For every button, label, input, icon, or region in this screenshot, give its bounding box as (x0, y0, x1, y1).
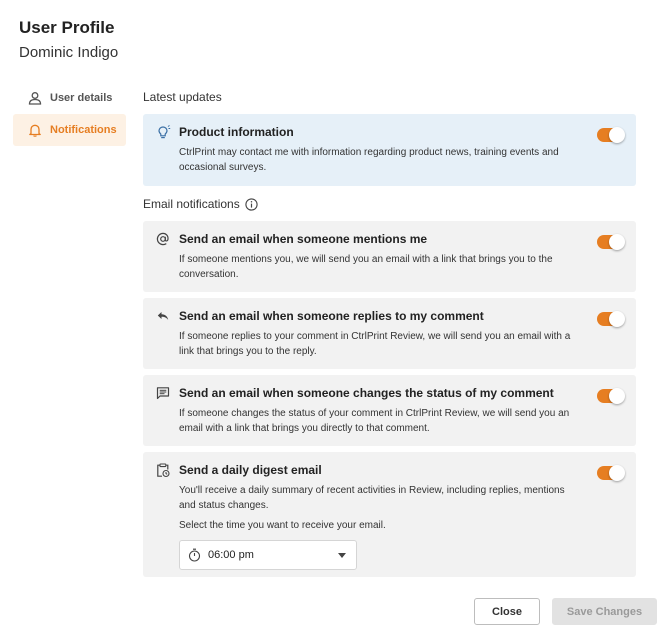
product-information-card: Product information CtrlPrint may contac… (143, 114, 636, 186)
card-title: Send an email when someone changes the s… (179, 386, 554, 400)
time-prompt: Select the time you want to receive your… (179, 520, 386, 531)
status-change-notification-toggle[interactable] (597, 388, 625, 404)
reply-notification-card: Send an email when someone replies to my… (143, 298, 636, 369)
status-change-notification-card: Send an email when someone changes the s… (143, 375, 636, 446)
daily-digest-toggle[interactable] (597, 465, 625, 481)
card-title: Send an email when someone replies to my… (179, 309, 484, 323)
sidebar-item-label: User details (50, 92, 113, 104)
latest-updates-heading: Latest updates (143, 90, 222, 104)
info-icon[interactable] (245, 197, 258, 211)
card-description: You'll receive a daily summary of recent… (179, 485, 565, 511)
card-description: If someone replies to your comment in Ct… (179, 331, 571, 357)
user-name: Dominic Indigo (19, 44, 119, 61)
toggle-knob (609, 234, 625, 250)
dialog-footer: Close Save Changes (474, 598, 657, 625)
mention-notification-card: Send an email when someone mentions me I… (143, 221, 636, 292)
sidebar-nav: User details Notifications (13, 82, 126, 146)
product-information-toggle[interactable] (597, 127, 625, 143)
reply-notification-toggle[interactable] (597, 311, 625, 327)
sidebar-item-label: Notifications (50, 124, 117, 136)
sidebar-item-notifications[interactable]: Notifications (13, 114, 126, 146)
page-header: User Profile Dominic Indigo (19, 18, 118, 62)
toggle-knob (609, 465, 625, 481)
person-icon (27, 90, 43, 106)
card-description: If someone mentions you, we will send yo… (179, 254, 553, 280)
page-title: User Profile (19, 18, 115, 37)
save-changes-button[interactable]: Save Changes (552, 598, 657, 625)
clipboard-clock-icon (155, 462, 171, 478)
at-sign-icon (155, 231, 171, 247)
card-description: If someone changes the status of your co… (179, 408, 570, 434)
card-title: Send a daily digest email (179, 463, 322, 477)
toggle-knob (609, 127, 625, 143)
timer-icon (188, 548, 202, 562)
email-notifications-heading: Email notifications (143, 195, 636, 213)
close-button[interactable]: Close (474, 598, 540, 625)
card-title: Send an email when someone mentions me (179, 232, 428, 246)
chevron-down-icon (338, 552, 346, 558)
sidebar-item-user-details[interactable]: User details (13, 82, 126, 114)
digest-time-select[interactable]: 06:00 pm (179, 540, 357, 570)
lightbulb-icon (155, 124, 171, 140)
bell-icon (27, 122, 43, 138)
reply-icon (155, 308, 171, 324)
mention-notification-toggle[interactable] (597, 234, 625, 250)
comment-icon (155, 385, 171, 401)
digest-time-value: 06:00 pm (208, 549, 254, 561)
toggle-knob (609, 311, 625, 327)
toggle-knob (609, 388, 625, 404)
daily-digest-card: Send a daily digest email You'll receive… (143, 452, 636, 577)
card-title: Product information (179, 125, 294, 139)
card-description: CtrlPrint may contact me with informatio… (179, 147, 559, 173)
notifications-panel: Latest updates Product information CtrlP… (143, 88, 636, 577)
